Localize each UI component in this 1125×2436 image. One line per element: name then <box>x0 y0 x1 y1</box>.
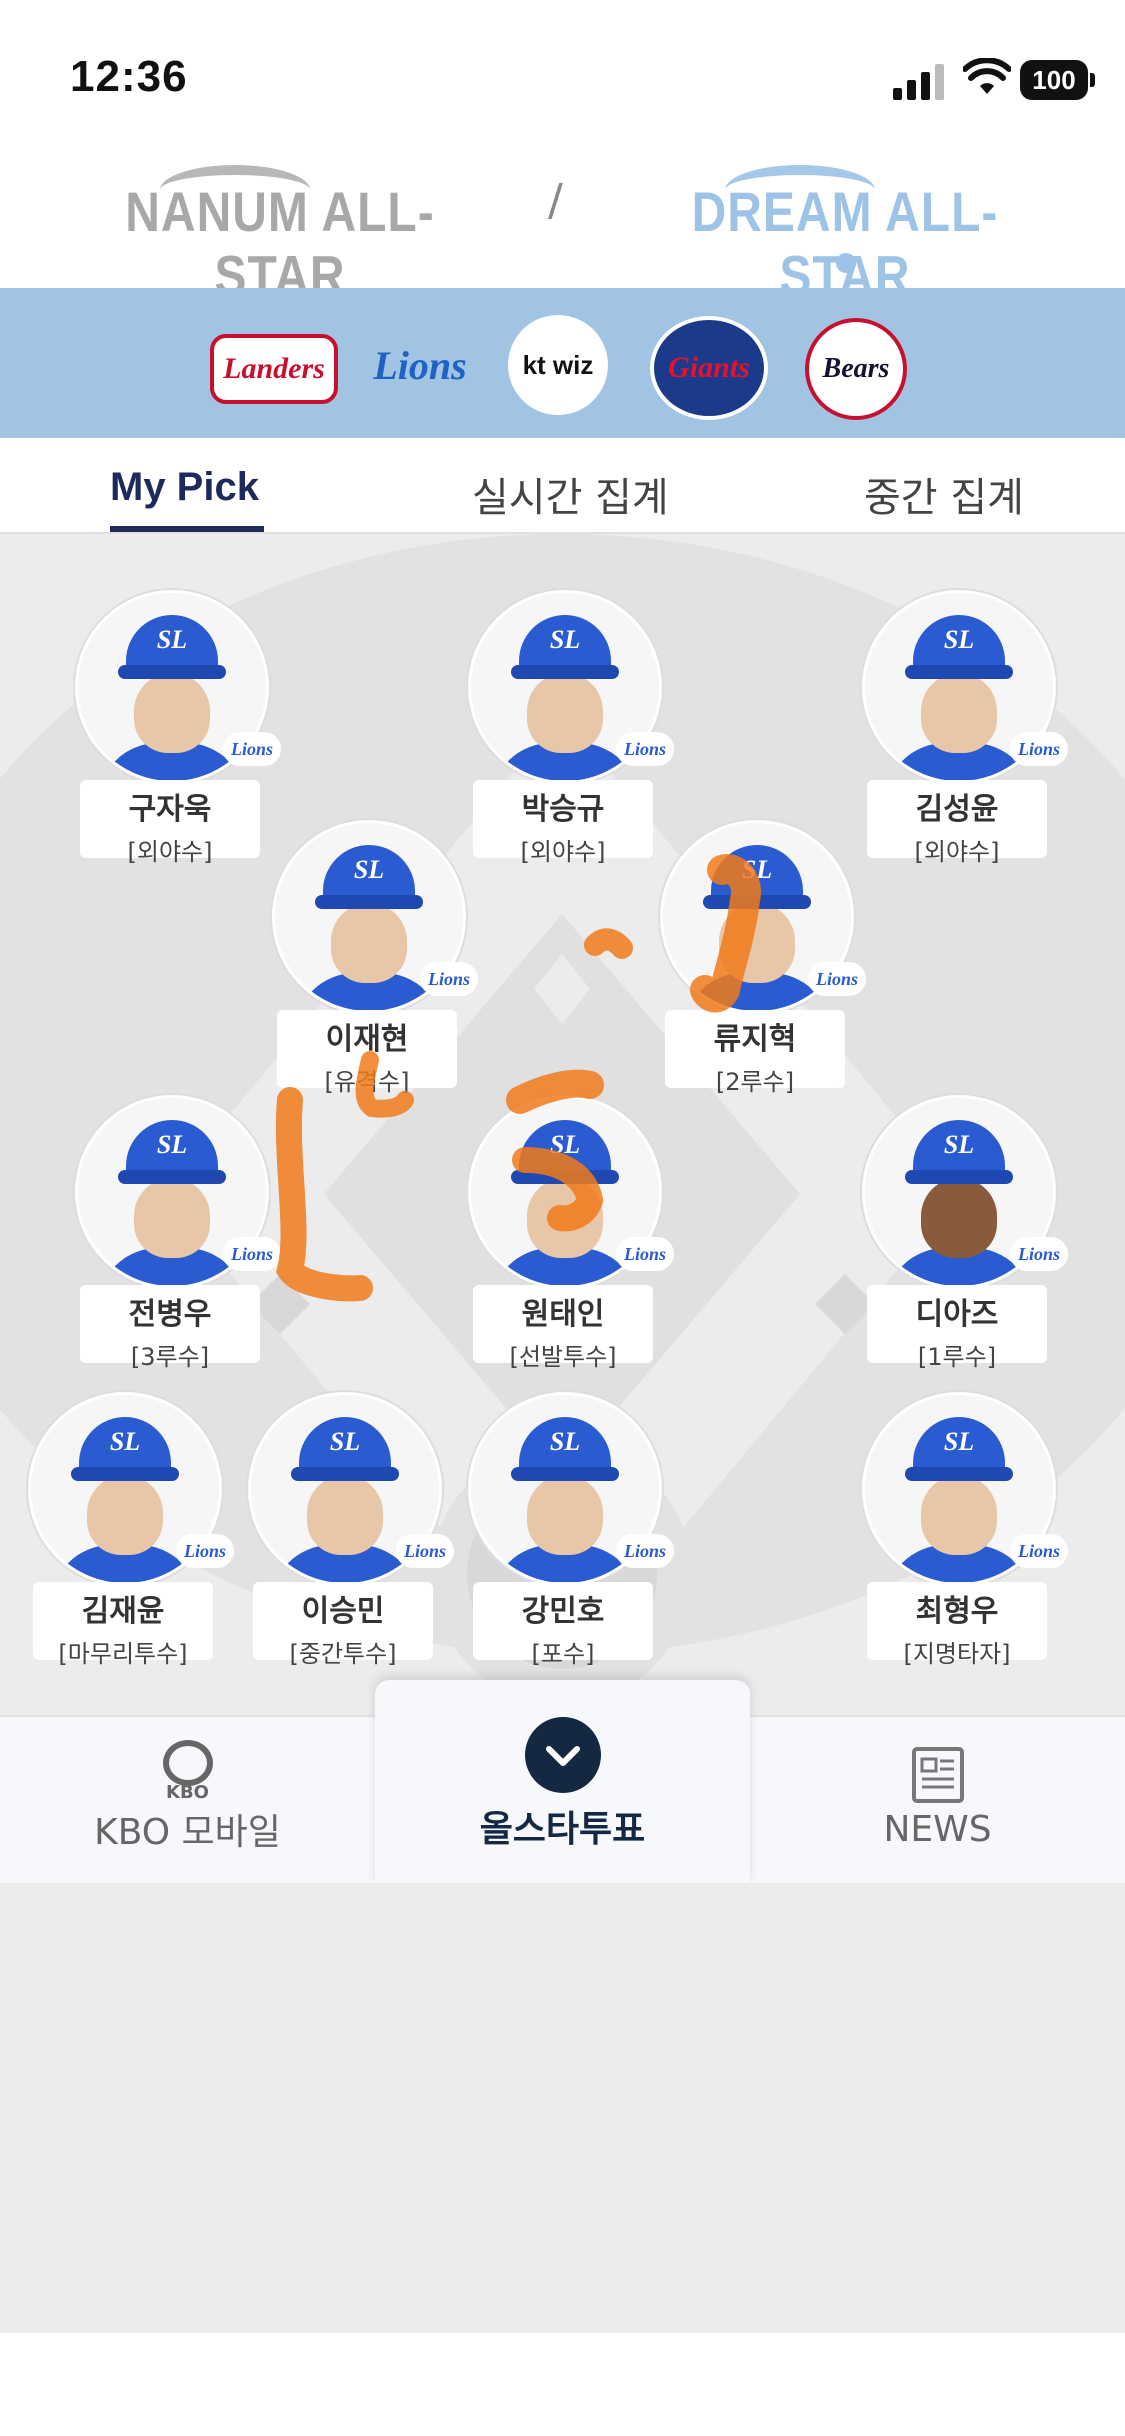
chevron-down-icon <box>525 1717 601 1793</box>
kbo-logo-icon <box>162 1740 213 1786</box>
nav-all-star-vote[interactable]: 올스타투표 <box>375 1680 750 1885</box>
nav-label: KBO 모바일 <box>94 1812 281 1853</box>
nav-news[interactable]: NEWS <box>750 1745 1125 1850</box>
newspaper-icon <box>911 1747 964 1803</box>
nav-kbo-mobile[interactable]: KBO KBO 모바일 <box>0 1740 375 1855</box>
nav-label: 올스타투표 <box>479 1809 646 1850</box>
empty-content-area <box>0 1883 1125 2333</box>
nav-label: NEWS <box>883 1809 992 1850</box>
